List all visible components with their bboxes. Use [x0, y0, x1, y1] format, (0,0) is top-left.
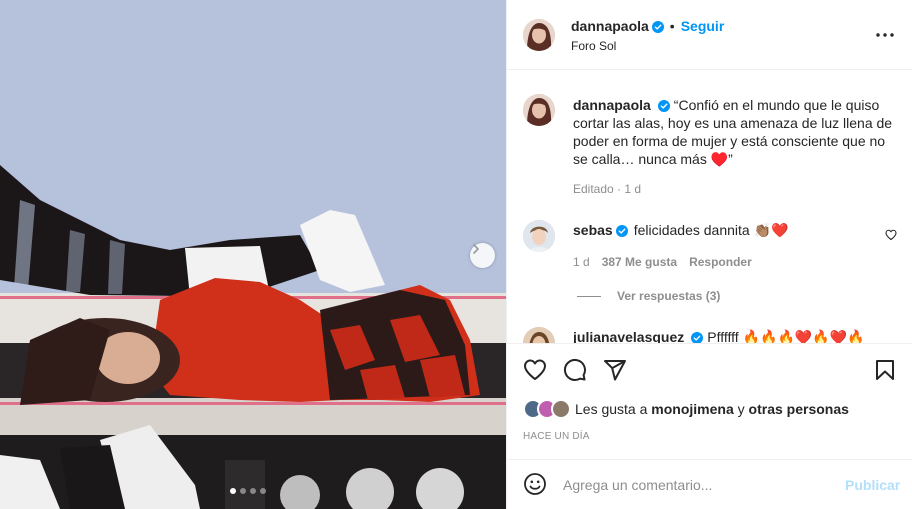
- commenter-avatar-image: [523, 327, 555, 343]
- carousel-indicator: [230, 488, 266, 494]
- author-username[interactable]: dannapaola: [571, 18, 649, 34]
- next-slide-button[interactable]: [470, 243, 495, 268]
- verified-badge-icon: [657, 100, 670, 112]
- comment-likes[interactable]: 387 Me gusta: [602, 255, 677, 269]
- commenter-avatar[interactable]: [523, 327, 555, 343]
- caption-avatar-image: [523, 94, 555, 126]
- bookmark-icon: [876, 360, 894, 380]
- send-icon: [604, 360, 626, 381]
- carousel-dot: [240, 488, 246, 494]
- reply-button[interactable]: Responder: [689, 255, 752, 269]
- comment-button[interactable]: [563, 358, 587, 387]
- commenter-username[interactable]: julianavelasquez: [573, 329, 684, 343]
- follow-button[interactable]: Seguir: [681, 18, 725, 34]
- like-comment-button[interactable]: [885, 228, 897, 246]
- heart-icon: [524, 359, 546, 380]
- commenter-username[interactable]: sebas: [573, 222, 613, 238]
- carousel-dot: [230, 488, 236, 494]
- save-button[interactable]: [873, 358, 897, 387]
- more-horizontal-icon: [876, 33, 894, 37]
- verified-badge-icon: [615, 225, 628, 237]
- comment-text: Pffffff 🔥🔥🔥❤️🔥❤️🔥: [707, 329, 865, 343]
- comment-icon: [563, 358, 586, 381]
- view-replies-button[interactable]: Ver respuestas (3): [577, 289, 720, 303]
- comment-meta: 1 d 387 Me gusta Responder: [573, 255, 752, 269]
- author-line: dannapaola • Seguir: [571, 18, 724, 34]
- carousel-dot: [250, 488, 256, 494]
- caption-meta: Editado · 1 d: [573, 182, 642, 196]
- post-caption: dannapaola “Confió en el mundo que le qui…: [573, 96, 893, 168]
- emoji-button[interactable]: [523, 472, 547, 501]
- post-location[interactable]: Foro Sol: [571, 39, 616, 53]
- instagram-post-view: dannapaola • Seguir Foro Sol dannapaola: [0, 0, 912, 509]
- carousel-dot: [260, 488, 266, 494]
- post-details-panel: dannapaola • Seguir Foro Sol dannapaola: [506, 0, 912, 509]
- comments-list[interactable]: dannapaola “Confió en el mundo que le qui…: [507, 71, 912, 343]
- post-timestamp[interactable]: HACE UN DÍA: [523, 431, 590, 442]
- caption-username[interactable]: dannapaola: [573, 97, 651, 113]
- comment-text-row: julianavelasquez Pffffff 🔥🔥🔥❤️🔥❤️🔥: [573, 329, 865, 343]
- chevron-right-icon: [473, 244, 479, 254]
- post-photo[interactable]: [0, 0, 506, 509]
- heart-outline-icon: [885, 229, 897, 241]
- verified-badge-icon: [651, 21, 664, 33]
- header-separator: •: [669, 18, 675, 34]
- commenter-avatar[interactable]: [523, 220, 555, 252]
- view-replies-label: Ver respuestas (3): [617, 289, 721, 303]
- likes-connector: y: [737, 401, 745, 417]
- likes-summary: Les gusta a monojimena y otras personas: [523, 399, 849, 419]
- concert-photo-illustration: [0, 0, 506, 509]
- other-likers-link[interactable]: otras personas: [749, 401, 849, 417]
- commenter-avatar-image: [523, 220, 555, 252]
- liker-username[interactable]: monojimena: [651, 401, 733, 417]
- comment-text-row: sebas felicidades dannita 👏🏽❤️: [573, 222, 788, 239]
- share-button[interactable]: [603, 358, 627, 387]
- liker-avatar[interactable]: [551, 399, 571, 419]
- comment-text: felicidades dannita 👏🏽❤️: [633, 222, 789, 238]
- post-header: dannapaola • Seguir Foro Sol: [507, 0, 912, 70]
- verified-badge-icon: [691, 332, 704, 343]
- comment-age: 1 d: [573, 255, 590, 269]
- more-options-button[interactable]: [873, 27, 897, 43]
- replies-line: [577, 295, 601, 297]
- publish-button[interactable]: Publicar: [845, 477, 900, 493]
- comment-input[interactable]: [563, 472, 833, 498]
- like-button[interactable]: [523, 358, 547, 387]
- likes-text: Les gusta a monojimena y otras personas: [575, 401, 849, 417]
- caption-avatar[interactable]: [523, 94, 555, 126]
- add-comment-bar: Publicar: [507, 459, 912, 509]
- emoji-icon: [524, 473, 546, 495]
- author-avatar-image: [523, 19, 555, 51]
- author-avatar[interactable]: [523, 19, 555, 51]
- likes-prefix: Les gusta a: [575, 401, 648, 417]
- post-actions: [507, 343, 912, 395]
